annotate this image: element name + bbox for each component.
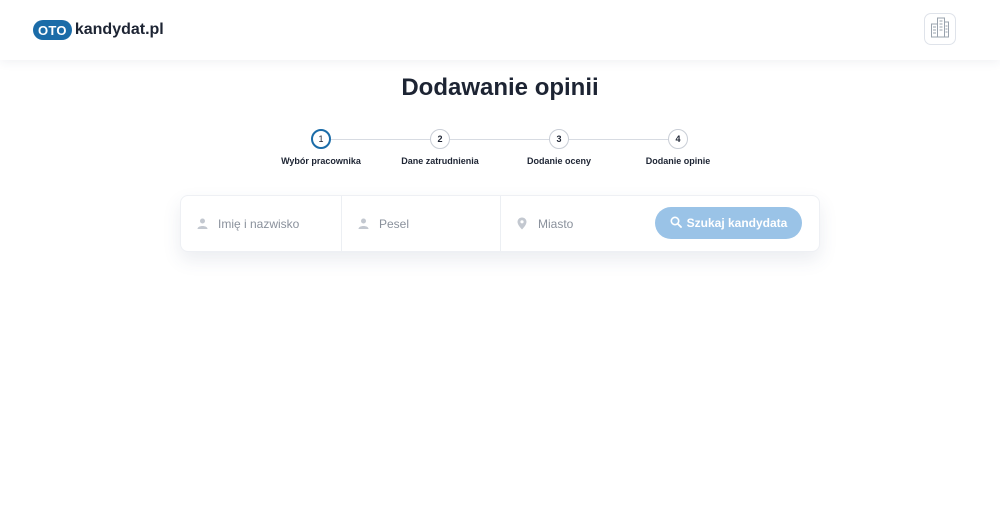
search-candidate-button[interactable]: Szukaj kandydata bbox=[655, 207, 802, 239]
logo-badge: OTO bbox=[33, 20, 72, 40]
step-2[interactable]: 2 Dane zatrudnienia bbox=[380, 128, 500, 166]
name-field[interactable] bbox=[181, 196, 341, 251]
step-number: 1 bbox=[311, 129, 331, 149]
building-icon bbox=[930, 16, 950, 43]
person-icon bbox=[357, 218, 369, 230]
step-label: Wybór pracownika bbox=[281, 156, 361, 166]
step-label: Dane zatrudnienia bbox=[401, 156, 479, 166]
progress-stepper: 1 Wybór pracownika 2 Dane zatrudnienia 3… bbox=[0, 128, 1000, 173]
location-pin-icon bbox=[516, 217, 528, 230]
name-input[interactable] bbox=[216, 215, 330, 232]
page-title: Dodawanie opinii bbox=[401, 74, 599, 101]
step-number: 4 bbox=[668, 129, 688, 149]
search-form: Szukaj kandydata bbox=[180, 195, 820, 252]
company-button[interactable] bbox=[924, 13, 956, 45]
site-logo[interactable]: OTO kandydat.pl bbox=[33, 19, 164, 41]
step-label: Dodanie opinie bbox=[645, 156, 711, 166]
pesel-input[interactable] bbox=[377, 215, 491, 232]
step-number: 2 bbox=[430, 129, 450, 149]
city-field[interactable] bbox=[501, 196, 651, 251]
city-input[interactable] bbox=[536, 215, 650, 232]
step-label: Dodanie oceny bbox=[526, 156, 591, 166]
search-button-label: Szukaj kandydata bbox=[686, 216, 788, 230]
step-3[interactable]: 3 Dodanie oceny bbox=[499, 128, 619, 166]
pesel-field[interactable] bbox=[342, 196, 500, 251]
step-number: 3 bbox=[549, 129, 569, 149]
step-1[interactable]: 1 Wybór pracownika bbox=[261, 128, 381, 166]
logo-text: kandydat.pl bbox=[74, 21, 164, 38]
person-icon bbox=[196, 218, 208, 230]
step-4[interactable]: 4 Dodanie opinie bbox=[618, 128, 738, 166]
search-icon bbox=[670, 215, 682, 231]
top-header: OTO kandydat.pl bbox=[0, 0, 1000, 60]
